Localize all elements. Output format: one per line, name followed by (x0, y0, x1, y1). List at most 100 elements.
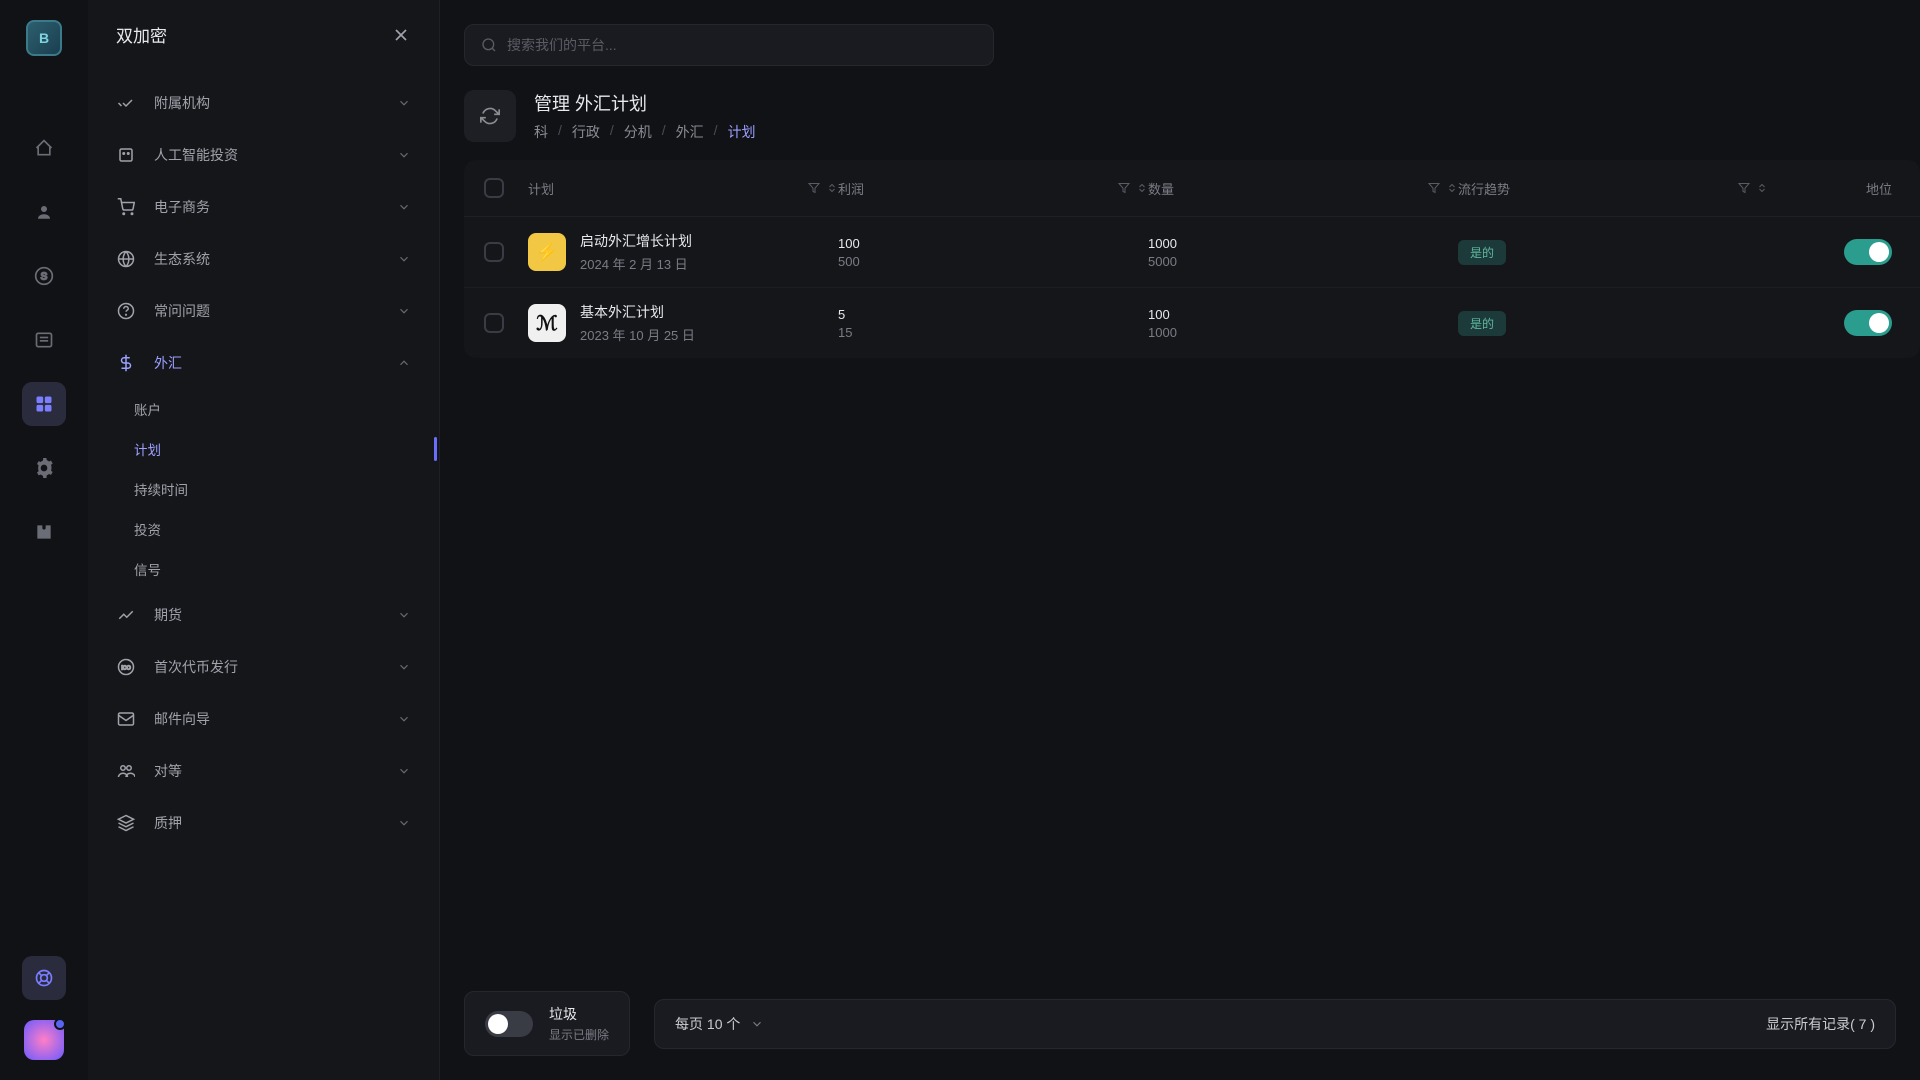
nav-ai-invest[interactable]: 人工智能投资 (106, 129, 421, 181)
nav-label: 期货 (154, 605, 379, 625)
nav-forex[interactable]: 外汇 (106, 337, 421, 389)
subnav-invest[interactable]: 投资 (124, 509, 421, 549)
rail-news-icon[interactable] (22, 318, 66, 362)
sidebar: 双加密 附属机构 人工智能投资 电子商务 生态系统 常问问题 (88, 0, 440, 1080)
search-input[interactable] (507, 37, 977, 53)
nav-affiliate[interactable]: 附属机构 (106, 77, 421, 129)
filter-icon[interactable] (1738, 182, 1750, 194)
sort-icon[interactable] (826, 182, 838, 194)
nav-label: 首次代币发行 (154, 657, 379, 677)
nav-label: 附属机构 (154, 93, 379, 113)
nav-ecommerce[interactable]: 电子商务 (106, 181, 421, 233)
nav-futures[interactable]: 期货 (106, 589, 421, 641)
breadcrumb-item[interactable]: 外汇 (676, 122, 704, 142)
rail-puzzle-icon[interactable] (22, 510, 66, 554)
plan-name: 启动外汇增长计划 (580, 231, 692, 251)
filter-icon[interactable] (808, 182, 820, 194)
row-checkbox[interactable] (484, 242, 504, 262)
status-dot (54, 1018, 66, 1030)
chevron-down-icon (397, 304, 411, 318)
app-logo[interactable]: B (26, 20, 62, 56)
trash-subtitle: 显示已删除 (549, 1026, 609, 1043)
dollar-icon (116, 354, 136, 372)
chevron-down-icon (397, 660, 411, 674)
th-status: 地位 (1866, 179, 1892, 198)
plan-date: 2023 年 10 月 25 日 (580, 325, 695, 344)
sort-icon[interactable] (1136, 182, 1148, 194)
profit-max: 500 (838, 254, 860, 269)
subnav-duration[interactable]: 持续时间 (124, 469, 421, 509)
ico-icon: ICO (116, 658, 136, 676)
table-row: ⚡ 启动外汇增长计划 2024 年 2 月 13 日 100500 100050… (464, 217, 1920, 288)
rail-support-icon[interactable] (22, 956, 66, 1000)
chevron-down-icon (397, 252, 411, 266)
nav-p2p[interactable]: 对等 (106, 745, 421, 797)
subnav-plans[interactable]: 计划 (124, 429, 421, 469)
chevron-down-icon (397, 816, 411, 830)
forex-subnav: 账户 计划 持续时间 投资 信号 (106, 389, 421, 589)
pagination-box: 每页 10 个 显示所有记录( 7 ) (654, 999, 1896, 1049)
profit-min: 5 (838, 307, 852, 322)
chevron-down-icon (397, 712, 411, 726)
main-content: 管理 外汇计划 科/ 行政/ 分机/ 外汇/ 计划 计划 利润 数量 流行趋势 (440, 0, 1920, 1080)
qty-max: 5000 (1148, 254, 1177, 269)
status-toggle[interactable] (1844, 310, 1892, 336)
nav-label: 邮件向导 (154, 709, 379, 729)
svg-text:S: S (41, 271, 48, 282)
nav-ico[interactable]: ICO 首次代币发行 (106, 641, 421, 693)
per-page-select[interactable]: 每页 10 个 (675, 1014, 764, 1034)
records-count: 显示所有记录( 7 ) (1766, 1014, 1875, 1034)
breadcrumb-item[interactable]: 科 (534, 122, 548, 142)
th-qty: 数量 (1148, 179, 1174, 198)
ai-icon (116, 146, 136, 164)
sort-icon[interactable] (1756, 182, 1768, 194)
rail-user-icon[interactable] (22, 190, 66, 234)
icon-rail: B S (0, 0, 88, 1080)
nav-ecosystem[interactable]: 生态系统 (106, 233, 421, 285)
nav-mail[interactable]: 邮件向导 (106, 693, 421, 745)
search-box[interactable] (464, 24, 994, 66)
plan-thumbnail: ℳ (528, 304, 566, 342)
rail-home-icon[interactable] (22, 126, 66, 170)
sidebar-title: 双加密 (116, 22, 167, 47)
breadcrumb-current: 计划 (728, 122, 756, 142)
status-toggle[interactable] (1844, 239, 1892, 265)
sort-icon[interactable] (1446, 182, 1458, 194)
plan-thumbnail: ⚡ (528, 233, 566, 271)
trend-badge: 是的 (1458, 240, 1506, 265)
nav-faq[interactable]: 常问问题 (106, 285, 421, 337)
globe-icon (116, 250, 136, 268)
nav-label: 质押 (154, 813, 379, 833)
handshake-icon (116, 94, 136, 112)
search-icon (481, 37, 497, 53)
nav-staking[interactable]: 质押 (106, 797, 421, 849)
rail-currency-icon[interactable]: S (22, 254, 66, 298)
breadcrumb-item[interactable]: 分机 (624, 122, 652, 142)
nav-label: 常问问题 (154, 301, 379, 321)
row-checkbox[interactable] (484, 313, 504, 333)
subnav-accounts[interactable]: 账户 (124, 389, 421, 429)
nav-label: 外汇 (154, 353, 379, 373)
avatar[interactable] (24, 1020, 64, 1060)
chevron-down-icon (397, 764, 411, 778)
breadcrumb-item[interactable]: 行政 (572, 122, 600, 142)
chevron-down-icon (397, 148, 411, 162)
filter-icon[interactable] (1118, 182, 1130, 194)
chevron-down-icon (397, 200, 411, 214)
filter-icon[interactable] (1428, 182, 1440, 194)
trash-toggle[interactable] (485, 1011, 533, 1037)
select-all-checkbox[interactable] (484, 178, 504, 198)
rail-grid-icon[interactable] (22, 382, 66, 426)
close-sidebar-button[interactable] (391, 25, 411, 45)
cart-icon (116, 198, 136, 216)
chart-icon (116, 606, 136, 624)
subnav-signal[interactable]: 信号 (124, 549, 421, 589)
profit-max: 15 (838, 325, 852, 340)
question-icon (116, 302, 136, 320)
refresh-button[interactable] (464, 90, 516, 142)
chevron-down-icon (397, 96, 411, 110)
mail-icon (116, 710, 136, 728)
rail-settings-icon[interactable] (22, 446, 66, 490)
people-icon (116, 762, 136, 780)
breadcrumb: 科/ 行政/ 分机/ 外汇/ 计划 (534, 122, 756, 142)
